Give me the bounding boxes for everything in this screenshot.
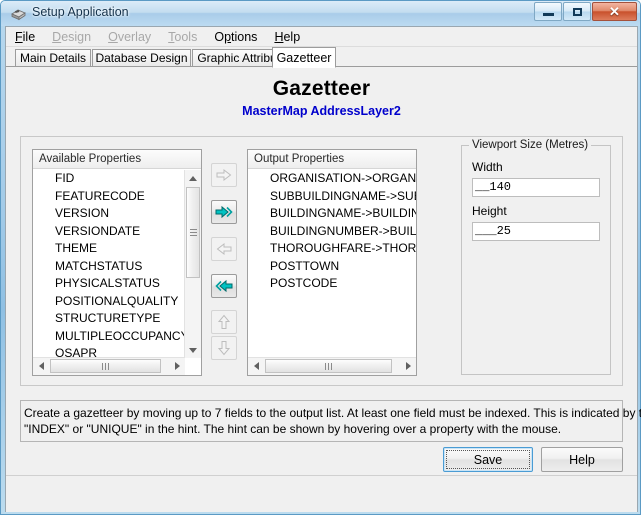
list-item[interactable]: THOROUGHFARE->THOR... [270,240,416,258]
scroll-up-icon[interactable] [185,170,201,186]
height-input[interactable]: ___25 [472,222,600,241]
tab-database-design[interactable]: Database Design [92,49,191,67]
status-strip [6,509,637,512]
menu-design[interactable]: Design [52,30,91,44]
width-label: Width [472,160,503,174]
double-arrow-left-icon [215,279,233,293]
available-properties-list[interactable]: Available Properties FID FEATURECODE VER… [32,149,202,376]
page-subtitle: MasterMap AddressLayer2 [242,104,401,118]
list-item[interactable]: BUILDINGNAME->BUILDIN... [270,205,416,223]
list-item[interactable]: VERSIONDATE [55,223,201,241]
menu-file[interactable]: File [15,30,35,44]
minimize-icon [542,13,554,16]
menu-overlay[interactable]: Overlay [108,30,151,44]
window-title: Setup Application [32,5,129,19]
list-item[interactable]: ORGANISATION->ORGANI... [270,170,416,188]
properties-panel: Available Properties FID FEATURECODE VER… [20,136,623,386]
menu-bar: File Design Overlay Tools Options Help [6,27,637,47]
viewport-size-legend: Viewport Size (Metres) [469,139,592,151]
available-properties-header: Available Properties [33,150,201,169]
save-button[interactable]: Save [443,447,533,472]
hint-line-1: Create a gazetteer by moving up to 7 fie… [24,406,641,420]
output-horizontal-scrollbar[interactable] [248,357,416,375]
available-horizontal-scrollbar[interactable] [33,357,185,375]
tab-main-details[interactable]: Main Details [15,49,91,67]
title-bar[interactable]: Setup Application ✕ [1,1,640,26]
move-left-button[interactable] [211,237,237,261]
move-all-left-button[interactable] [211,274,237,298]
move-down-button[interactable] [211,336,237,360]
arrow-up-icon [217,314,231,329]
list-item[interactable]: POSTCODE [270,275,416,293]
output-properties-items: ORGANISATION->ORGANI... SUBBUILDINGNAME-… [248,170,416,293]
list-item[interactable]: MULTIPLEOCCUPANCYC [55,328,201,346]
menu-help[interactable]: Help [274,30,300,44]
list-item[interactable]: POSITIONALQUALITY [55,293,201,311]
move-all-right-button[interactable] [211,200,237,224]
transfer-button-column [211,163,237,362]
window-controls: ✕ [534,2,637,21]
hint-panel: Create a gazetteer by moving up to 7 fie… [20,400,641,442]
move-up-button[interactable] [211,310,237,334]
list-item[interactable]: PHYSICALSTATUS [55,275,201,293]
page-title: Gazetteer [272,77,371,100]
close-icon: ✕ [609,4,620,19]
output-properties-list[interactable]: Output Properties ORGANISATION->ORGANI..… [247,149,417,376]
double-arrow-right-icon [215,205,233,219]
hint-line-2: "INDEX" or "UNIQUE" in the hint. The hin… [24,422,562,436]
focus-rectangle [446,450,530,469]
list-item[interactable]: SUBBUILDINGNAME->SUB... [270,188,416,206]
available-properties-items: FID FEATURECODE VERSION VERSIONDATE THEM… [33,170,201,363]
vertical-scroll-thumb[interactable] [186,187,200,278]
list-item[interactable]: POSTTOWN [270,258,416,276]
menu-options[interactable]: Options [214,30,257,44]
move-right-button[interactable] [211,163,237,187]
tab-strip: Main Details Database Design Graphic Att… [6,47,637,68]
list-item[interactable]: FID [55,170,201,188]
scroll-left-icon[interactable] [248,358,264,374]
scroll-right-icon[interactable] [400,358,416,374]
scroll-down-icon[interactable] [185,342,201,358]
scroll-left-icon[interactable] [33,358,49,374]
menu-tools[interactable]: Tools [168,30,197,44]
list-item[interactable]: BUILDINGNUMBER->BUIL... [270,223,416,241]
width-input[interactable]: __140 [472,178,600,197]
minimize-button[interactable] [534,2,562,21]
maximize-button[interactable] [563,2,591,21]
close-button[interactable]: ✕ [592,2,637,21]
footer-divider [6,475,637,476]
scroll-right-icon[interactable] [169,358,185,374]
list-item[interactable]: MATCHSTATUS [55,258,201,276]
list-item[interactable]: VERSION [55,205,201,223]
arrow-left-icon [216,242,232,256]
arrow-right-icon [216,168,232,182]
list-item[interactable]: STRUCTURETYPE [55,310,201,328]
list-item[interactable]: FEATURECODE [55,188,201,206]
horizontal-scroll-thumb[interactable] [50,359,161,373]
client-area: File Design Overlay Tools Options Help M… [5,26,641,512]
maximize-icon [572,7,582,16]
list-item[interactable]: THEME [55,240,201,258]
arrow-down-icon [217,341,231,356]
help-button-label: Help [569,452,595,467]
available-vertical-scrollbar[interactable] [184,170,201,358]
tab-gazetteer[interactable]: Gazetteer [272,47,336,68]
viewport-size-group: Viewport Size (Metres) Width __140 Heigh… [461,139,611,375]
height-label: Height [472,204,507,218]
help-button[interactable]: Help [541,447,623,472]
application-icon [10,5,27,22]
horizontal-scroll-thumb[interactable] [265,359,392,373]
gazetteer-tab-page: Gazetteer MasterMap AddressLayer2 Availa… [6,66,641,512]
application-window: Setup Application ✕ File Design Overlay … [0,0,641,515]
output-properties-header: Output Properties [248,150,416,169]
